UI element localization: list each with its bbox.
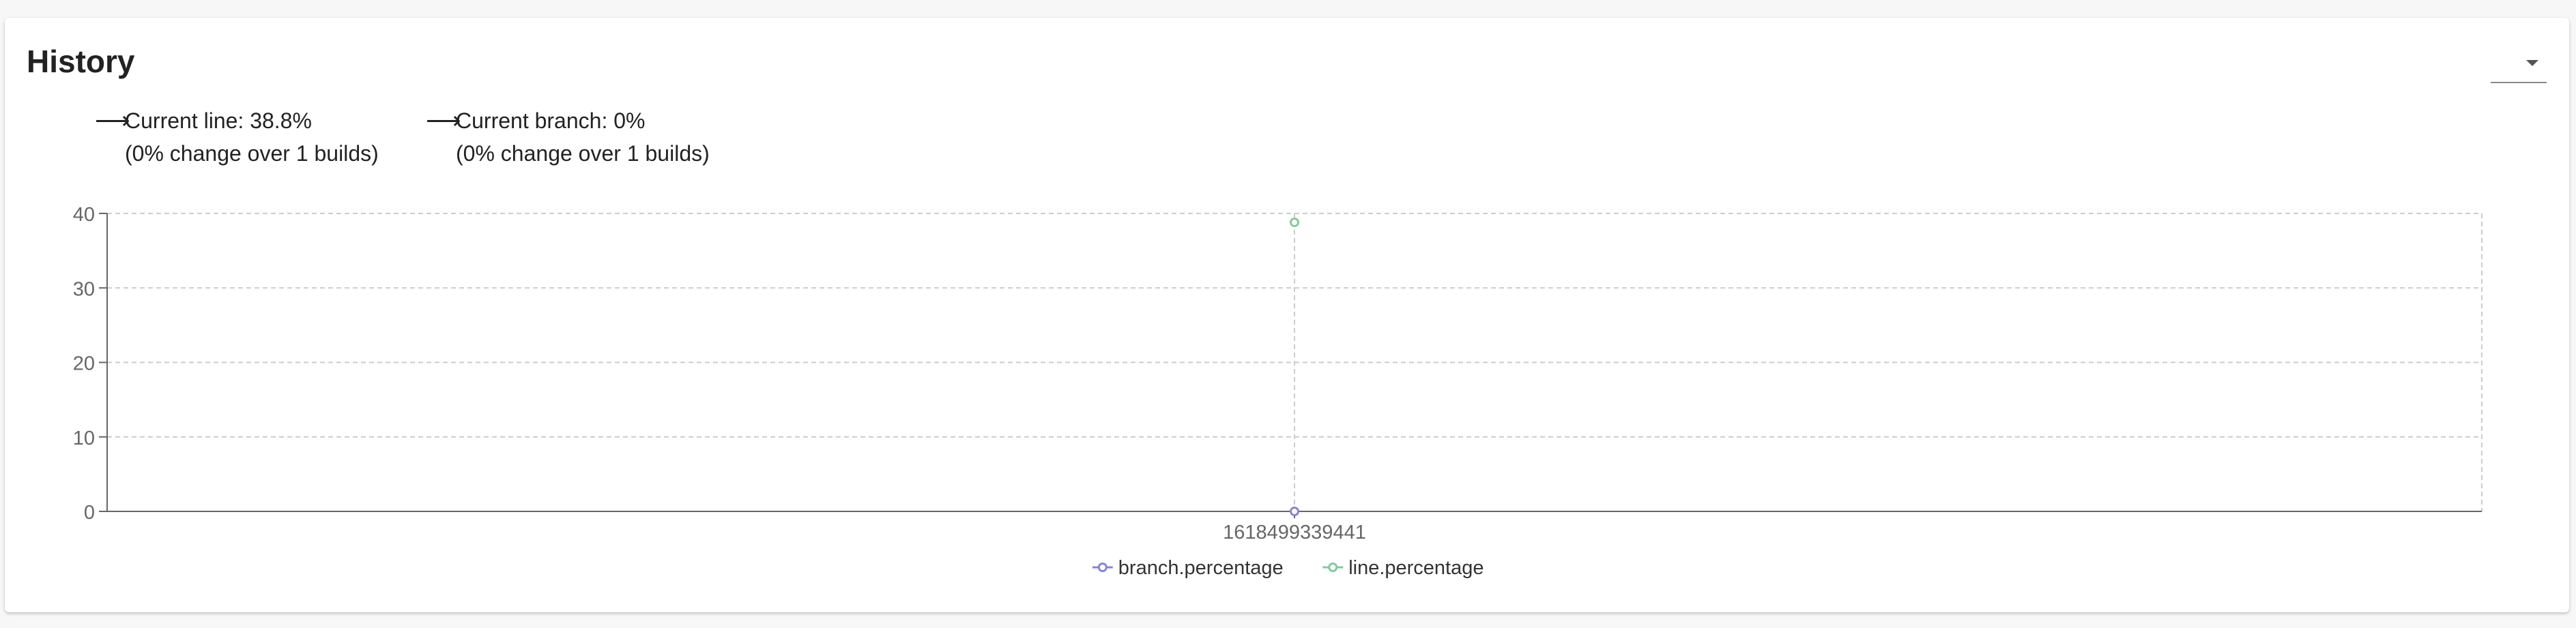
y-tick-label: 20 [73,353,95,375]
legend-label: line.percentage [1348,557,1484,579]
legend-label: branch.percentage [1118,557,1284,579]
data-point [1290,507,1299,516]
y-tick-label: 10 [73,428,95,449]
legend-marker-icon [1097,563,1108,572]
x-tick-label: 1618499339441 [1223,522,1366,543]
history-line-chart: 0 10 20 30 40 1618499339441 branch.percentage l… [73,204,2483,579]
data-point [1290,218,1299,228]
y-tick-label: 0 [84,502,95,524]
y-tick-label: 30 [73,278,95,300]
y-tick-label: 40 [73,204,95,226]
legend-marker-icon [1328,563,1338,572]
